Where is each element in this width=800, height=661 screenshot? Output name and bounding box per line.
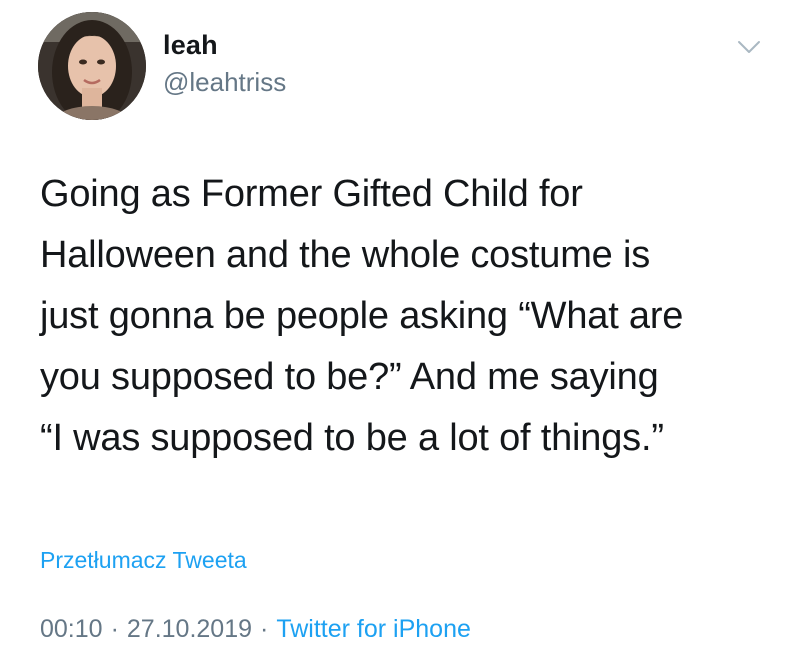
separator: · <box>260 615 269 643</box>
tweet-text: Going as Former Gifted Child for Hallowe… <box>40 173 684 459</box>
user-handle[interactable]: @leahtriss <box>163 66 286 98</box>
translate-tweet-link[interactable]: Przetłumacz Tweeta <box>40 545 247 575</box>
tweet-card: leah @leahtriss Going as Former Gifted C… <box>0 0 800 661</box>
tweet-source-link[interactable]: Twitter for iPhone <box>276 615 471 643</box>
display-name[interactable]: leah <box>163 29 218 61</box>
tweet-metadata: 00:10 · 27.10.2019 · Twitter for iPhone <box>40 613 471 645</box>
tweet-date[interactable]: 27.10.2019 <box>127 615 252 643</box>
profile-photo-icon <box>38 12 146 120</box>
chevron-down-icon[interactable] <box>735 36 763 58</box>
tweet-time[interactable]: 00:10 <box>40 615 103 643</box>
separator: · <box>110 615 119 643</box>
avatar[interactable] <box>38 12 146 120</box>
